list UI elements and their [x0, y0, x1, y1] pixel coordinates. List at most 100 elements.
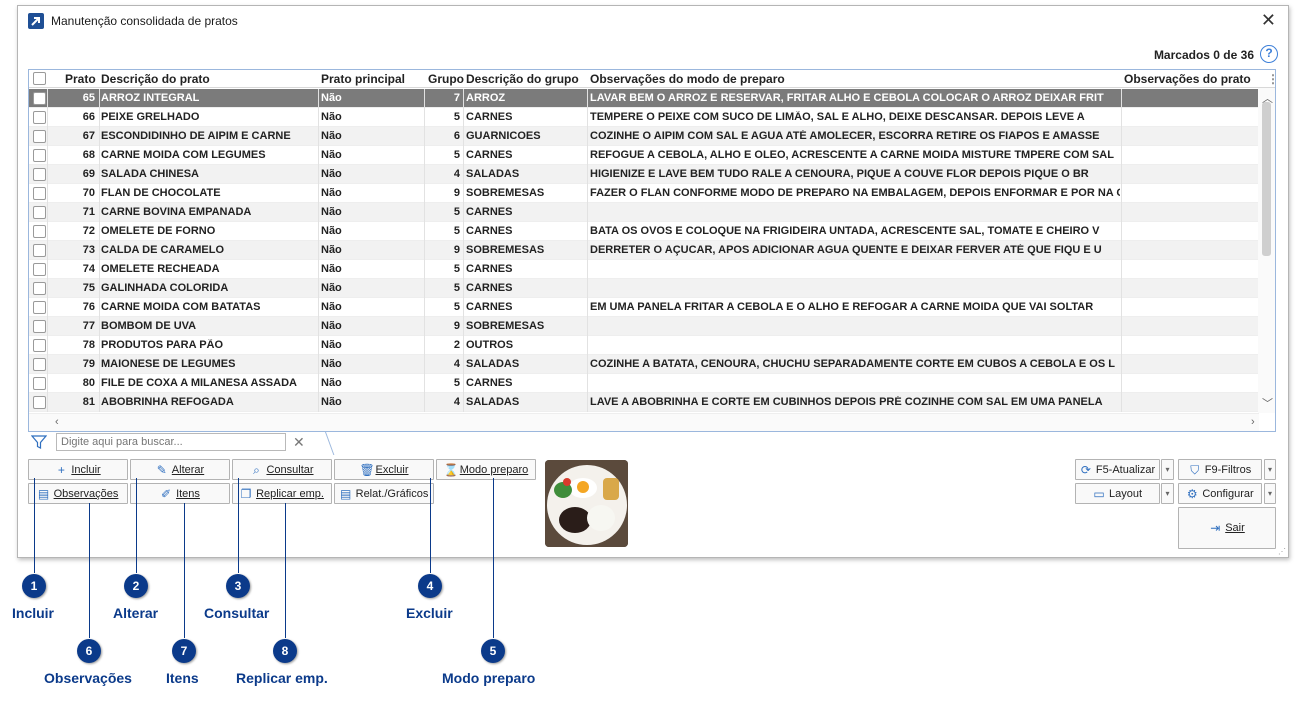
cell-obs: BATA OS OVOS E COLOQUE NA FRIGIDEIRA UNT…	[590, 225, 1100, 237]
table-row[interactable]: 67 ESCONDIDINHO DE AIPIM E CARNE Não 6 GUARN…	[29, 127, 1259, 146]
col-prato[interactable]: Prato	[65, 72, 96, 86]
callout-line-8	[285, 503, 286, 638]
configurar-button[interactable]: ⚙ Configurar	[1178, 483, 1262, 504]
row-checkbox[interactable]	[33, 225, 46, 238]
search-input[interactable]	[56, 433, 286, 451]
consultar-button[interactable]: ⌕ Consultar	[232, 459, 332, 480]
row-checkbox[interactable]	[33, 263, 46, 276]
table-row[interactable]: 74 OMELETE RECHEADA Não 5 CARNES	[29, 260, 1259, 279]
sair-button[interactable]: ⇥ Sair	[1178, 507, 1276, 549]
itens-button[interactable]: ✐ Itens	[130, 483, 230, 504]
scroll-right-icon[interactable]: ›	[1251, 416, 1255, 428]
resize-grip-icon[interactable]: ⋰	[1278, 547, 1286, 556]
table-row[interactable]: 69 SALADA CHINESA Não 4 SALADAS HIGIENIZE E L…	[29, 165, 1259, 184]
cell-divider	[587, 374, 588, 393]
layout-dropdown[interactable]: ▾	[1161, 483, 1174, 504]
row-checkbox[interactable]	[33, 301, 46, 314]
column-menu-icon[interactable]: ⋮	[1267, 72, 1275, 86]
row-checkbox[interactable]	[33, 111, 46, 124]
cell-grupo-desc: SOBREMESAS	[466, 244, 545, 256]
horizontal-scrollbar[interactable]: ‹ ›	[29, 413, 1259, 431]
close-icon[interactable]: ✕	[1261, 11, 1276, 29]
table-row[interactable]: 65 ARROZ INTEGRAL Não 7 ARROZ LAVAR BEM O ARR…	[29, 89, 1259, 108]
cell-prato: 74	[82, 263, 95, 275]
cell-divider	[99, 298, 100, 317]
cell-prato: 66	[82, 111, 95, 123]
layout-button[interactable]: ▭ Layout	[1075, 483, 1160, 504]
cell-obs: LAVE A ABOBRINHA E CORTE EM CUBINHOS DEP…	[590, 396, 1103, 408]
row-checkbox[interactable]	[33, 130, 46, 143]
cell-divider	[424, 165, 425, 184]
table-row[interactable]: 75 GALINHADA COLORIDA Não 5 CARNES	[29, 279, 1259, 298]
table-row[interactable]: 77 BOMBOM DE UVA Não 9 SOBREMESAS	[29, 317, 1259, 336]
cell-grupo-desc: CARNES	[466, 149, 513, 161]
row-checkbox[interactable]	[33, 149, 46, 162]
marked-count: Marcados 0 de 36	[1153, 48, 1254, 62]
cell-principal: Não	[321, 168, 342, 180]
row-checkbox[interactable]	[33, 396, 46, 409]
cell-grupo-desc: CARNES	[466, 263, 513, 275]
scroll-thumb[interactable]	[1262, 102, 1271, 256]
row-checkbox[interactable]	[33, 168, 46, 181]
callout-label-5: Modo preparo	[442, 670, 536, 686]
col-grupo[interactable]: Grupo	[428, 72, 464, 86]
scroll-left-icon[interactable]: ‹	[55, 416, 59, 428]
excluir-button[interactable]: 🗑 Excluir	[334, 459, 434, 480]
atualizar-button[interactable]: ⟳ F5-Atualizar	[1075, 459, 1160, 480]
cell-divider	[99, 393, 100, 412]
cell-divider	[424, 108, 425, 127]
cell-divider	[424, 355, 425, 374]
replicar-button[interactable]: ❐ Replicar emp.	[232, 483, 332, 504]
col-principal[interactable]: Prato principal	[321, 72, 405, 86]
row-checkbox[interactable]	[33, 377, 46, 390]
configurar-dropdown[interactable]: ▾	[1264, 483, 1276, 504]
main-window: Manutenção consolidada de pratos ✕ Marca…	[17, 5, 1289, 558]
row-checkbox[interactable]	[33, 244, 46, 257]
relat-graficos-button[interactable]: ▤ Relat./Gráficos	[334, 483, 434, 504]
cell-obs: DERRETER O AÇUCAR, APOS ADICIONAR AGUA Q…	[590, 244, 1102, 256]
cell-divider	[47, 298, 48, 317]
col-obs-prato[interactable]: Observações do prato	[1124, 72, 1251, 86]
clear-search-icon[interactable]: ✕	[293, 434, 305, 451]
alterar-button[interactable]: ✎ Alterar	[130, 459, 230, 480]
table-row[interactable]: 68 CARNE MOIDA COM LEGUMES Não 5 CARNES REFOG…	[29, 146, 1259, 165]
table-row[interactable]: 66 PEIXE GRELHADO Não 5 CARNES TEMPERE O PEIX…	[29, 108, 1259, 127]
vertical-scrollbar[interactable]: ︿ ﹀	[1258, 88, 1275, 413]
col-grupo-desc[interactable]: Descrição do grupo	[466, 72, 579, 86]
table-row[interactable]: 80 FILE DE COXA A MILANESA ASSADA Não 5 CARN…	[29, 374, 1259, 393]
modo-preparo-button[interactable]: ⌛ Modo preparo	[436, 459, 536, 480]
row-checkbox[interactable]	[33, 358, 46, 371]
filtros-dropdown[interactable]: ▾	[1264, 459, 1276, 480]
row-checkbox[interactable]	[33, 339, 46, 352]
atualizar-dropdown[interactable]: ▾	[1161, 459, 1174, 480]
filtros-button[interactable]: ⛉ F9-Filtros	[1178, 459, 1262, 480]
cell-principal: Não	[321, 206, 342, 218]
scroll-down-icon[interactable]: ﹀	[1262, 395, 1273, 411]
table-row[interactable]: 72 OMELETE DE FORNO Não 5 CARNES BATA OS OVOS…	[29, 222, 1259, 241]
col-descricao[interactable]: Descrição do prato	[101, 72, 210, 86]
row-checkbox[interactable]	[33, 320, 46, 333]
table-row[interactable]: 76 CARNE MOIDA COM BATATAS Não 5 CARNES EM UM…	[29, 298, 1259, 317]
table-row[interactable]: 79 MAIONESE DE LEGUMES Não 4 SALADAS COZINHE …	[29, 355, 1259, 374]
row-checkbox[interactable]	[33, 282, 46, 295]
observacoes-button[interactable]: ▤ Observações	[28, 483, 128, 504]
col-obs-preparo[interactable]: Observações do modo de preparo	[590, 72, 785, 86]
incluir-button[interactable]: + Incluir	[28, 459, 128, 480]
row-checkbox[interactable]	[33, 187, 46, 200]
table-row[interactable]: 71 CARNE BOVINA EMPANADA Não 5 CARNES	[29, 203, 1259, 222]
cell-divider	[99, 89, 100, 108]
row-checkbox[interactable]	[33, 92, 46, 105]
table-row[interactable]: 73 CALDA DE CARAMELO Não 9 SOBREMESAS DERRETE…	[29, 241, 1259, 260]
table-row[interactable]: 81 ABOBRINHA REFOGADA Não 4 SALADAS LAVE A AB…	[29, 393, 1259, 412]
callout-marker-3: 3	[226, 574, 250, 598]
cell-divider	[424, 203, 425, 222]
filter-icon[interactable]	[31, 434, 47, 450]
select-all-checkbox[interactable]	[33, 72, 46, 85]
table-row[interactable]: 78 PRODUTOS PARA PÃO Não 2 OUTROS	[29, 336, 1259, 355]
help-icon[interactable]: ?	[1260, 45, 1278, 63]
chevron-down-icon: ▾	[1165, 489, 1170, 498]
cell-obs: HIGIENIZE E LAVE BEM TUDO RALE A CENOURA…	[590, 168, 1089, 180]
table-row[interactable]: 70 FLAN DE CHOCOLATE Não 9 SOBREMESAS FAZER O…	[29, 184, 1259, 203]
row-checkbox[interactable]	[33, 206, 46, 219]
callout-line-6	[89, 503, 90, 638]
